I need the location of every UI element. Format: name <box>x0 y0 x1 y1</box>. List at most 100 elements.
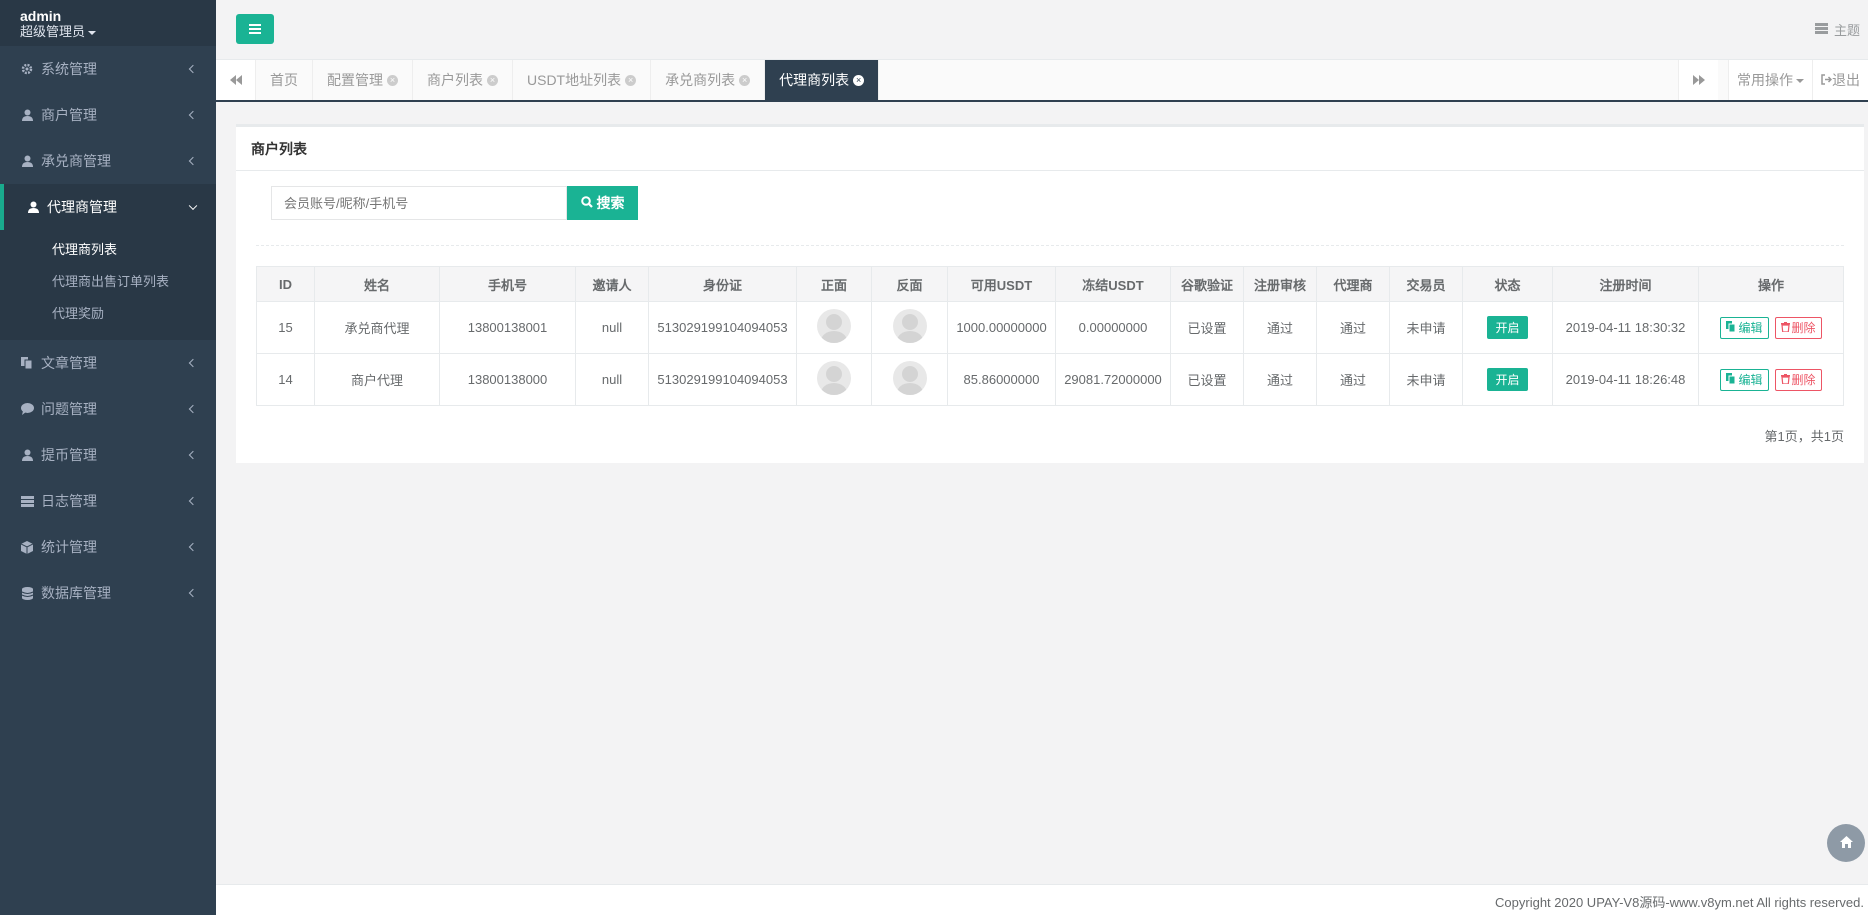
sidebar-item-acceptor[interactable]: 承兑商管理 <box>0 138 216 184</box>
search-input[interactable] <box>271 186 567 220</box>
column-header: 邀请人 <box>575 266 649 302</box>
tab-label: 首页 <box>270 72 298 88</box>
cell-phone: 13800138001 <box>439 301 576 354</box>
profile-role: 超级管理员 <box>20 24 86 39</box>
delete-button[interactable]: 删除 <box>1774 316 1822 339</box>
sidebar-item-label: 日志管理 <box>41 493 97 509</box>
logout-label: 退出 <box>1832 72 1860 88</box>
cell-google: 已设置 <box>1170 301 1244 354</box>
column-header: 身份证 <box>648 266 797 302</box>
sidebar-item-statistics[interactable]: 统计管理 <box>0 524 216 570</box>
column-header: 正面 <box>796 266 872 302</box>
submenu-agent-list[interactable]: 代理商列表 <box>0 234 216 266</box>
logout-button[interactable]: 退出 <box>1812 60 1868 100</box>
cell-actions: 编辑 删除 <box>1698 353 1844 406</box>
copy-icon <box>20 356 34 370</box>
back-to-top-button[interactable] <box>1827 824 1865 862</box>
tab-config[interactable]: 配置管理 × <box>313 60 413 100</box>
column-header: 代理商 <box>1316 266 1390 302</box>
sidebar-item-label: 承兑商管理 <box>41 153 111 169</box>
common-ops-dropdown[interactable]: 常用操作 <box>1728 60 1812 100</box>
gear-icon <box>20 62 34 76</box>
tab-label: 配置管理 <box>327 72 383 88</box>
tab-operations: 常用操作 退出 <box>1728 60 1868 100</box>
id-back-image[interactable] <box>892 309 927 343</box>
close-icon[interactable]: × <box>853 74 865 86</box>
trash-icon <box>1780 321 1790 335</box>
edit-label: 编辑 <box>1738 321 1763 335</box>
column-header: 注册审核 <box>1243 266 1317 302</box>
tab-label: USDT地址列表 <box>527 72 622 88</box>
chevron-left-icon <box>188 64 198 74</box>
close-icon[interactable]: × <box>487 74 498 86</box>
theme-button[interactable]: 主题 <box>1814 20 1860 39</box>
id-back-image[interactable] <box>892 361 927 395</box>
user-icon <box>20 108 34 122</box>
tab-acceptor-list[interactable]: 承兑商列表 × <box>651 60 766 100</box>
tabs-scroll-left-button[interactable] <box>216 60 256 100</box>
search-button[interactable]: 搜索 <box>567 186 638 220</box>
tab-usdt-address-list[interactable]: USDT地址列表 × <box>513 60 652 100</box>
profile-name: admin <box>20 8 62 24</box>
cell-time: 2019-04-11 18:30:32 <box>1552 301 1699 354</box>
sidebar-item-label: 文章管理 <box>41 355 97 371</box>
column-header: 冻结USDT <box>1055 266 1171 302</box>
tab-merchant-list[interactable]: 商户列表 × <box>413 60 513 100</box>
cell-usdt: 85.86000000 <box>947 353 1056 406</box>
delete-label: 删除 <box>1791 321 1816 335</box>
sidebar-item-label: 系统管理 <box>41 61 97 77</box>
status-badge[interactable]: 开启 <box>1487 316 1528 339</box>
tab-home[interactable]: 首页 <box>256 60 313 100</box>
column-header: 交易员 <box>1389 266 1463 302</box>
agent-table: ID 姓名 手机号 邀请人 身份证 正面 反面 可用USDT 冻结USDT 谷歌… <box>256 266 1844 406</box>
chevron-left-icon <box>188 358 198 368</box>
submenu-agent-rewards[interactable]: 代理奖励 <box>0 298 216 330</box>
sidebar-item-question[interactable]: 问题管理 <box>0 386 216 432</box>
sidebar-item-log[interactable]: 日志管理 <box>0 478 216 524</box>
menu-toggle-button[interactable] <box>236 14 274 44</box>
divider <box>256 245 1844 246</box>
cell-trader: 未申请 <box>1389 353 1463 406</box>
chevron-left-icon <box>188 156 198 166</box>
close-icon[interactable]: × <box>387 74 398 86</box>
comment-icon <box>20 402 34 416</box>
edit-button[interactable]: 编辑 <box>1720 368 1769 391</box>
chevron-left-icon <box>188 496 198 506</box>
hamburger-icon <box>249 28 261 30</box>
cell-agent: 通过 <box>1316 353 1390 406</box>
id-front-image[interactable] <box>817 361 851 395</box>
sidebar-item-merchant[interactable]: 商户管理 <box>0 92 216 138</box>
column-header: 反面 <box>871 266 948 302</box>
table-header-row: ID 姓名 手机号 邀请人 身份证 正面 反面 可用USDT 冻结USDT 谷歌… <box>256 266 1844 302</box>
database-icon <box>20 586 34 600</box>
cell-status: 开启 <box>1462 353 1553 406</box>
delete-button[interactable]: 删除 <box>1774 368 1822 391</box>
sidebar-item-database[interactable]: 数据库管理 <box>0 570 216 616</box>
tabs-scroll-right-button[interactable] <box>1678 60 1718 100</box>
cell-inviter: null <box>575 301 649 354</box>
profile-role-dropdown[interactable]: 超级管理员 <box>20 24 196 40</box>
sidebar-item-withdraw[interactable]: 提币管理 <box>0 432 216 478</box>
common-ops-label: 常用操作 <box>1737 72 1793 88</box>
chevron-left-icon <box>188 542 198 552</box>
edit-button[interactable]: 编辑 <box>1720 316 1769 339</box>
panel-title: 商户列表 <box>236 127 1864 171</box>
close-icon[interactable]: × <box>625 74 637 86</box>
user-icon <box>26 200 40 214</box>
close-icon[interactable]: × <box>739 74 751 86</box>
id-front-image[interactable] <box>817 309 851 343</box>
tab-agent-list[interactable]: 代理商列表 × <box>765 60 880 100</box>
cell-name: 商户代理 <box>314 353 440 406</box>
cell-time: 2019-04-11 18:26:48 <box>1552 353 1699 406</box>
forward-icon <box>1692 72 1705 88</box>
submenu-agent-sell-orders[interactable]: 代理商出售订单列表 <box>0 266 216 298</box>
column-header: 姓名 <box>314 266 440 302</box>
sidebar-item-label: 数据库管理 <box>41 585 111 601</box>
sidebar-item-article[interactable]: 文章管理 <box>0 340 216 386</box>
sidebar: admin 超级管理员 系统管理 商户管理 承兑商管理 代理商管理 代理商列表 … <box>0 0 216 915</box>
list-panel: 商户列表 搜索 ID 姓名 手机号 邀请人 身份证 正面 反面 可用USDT <box>236 124 1864 463</box>
sidebar-item-system[interactable]: 系统管理 <box>0 46 216 92</box>
sidebar-item-agent[interactable]: 代理商管理 <box>0 184 216 230</box>
status-badge[interactable]: 开启 <box>1487 368 1528 391</box>
profile: admin 超级管理员 <box>0 0 216 46</box>
